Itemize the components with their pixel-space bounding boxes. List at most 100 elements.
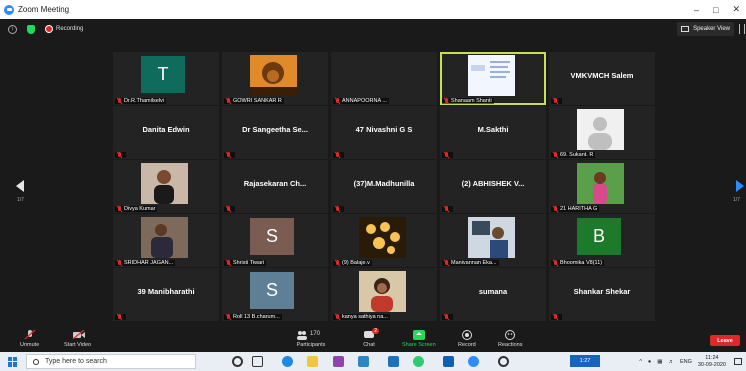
participant-name-center: 39 Manibharathi [137,287,195,296]
participant-tile[interactable]: SRIDHAR JAGAN... [113,214,219,267]
participant-tile[interactable]: S Shristi Tiwari [222,214,328,267]
speaker-view-button[interactable]: Speaker View [677,22,734,36]
participants-button[interactable]: 170 Participants [296,330,326,348]
language-indicator[interactable]: ENG [680,359,692,365]
record-button[interactable]: Record [458,330,476,348]
participant-tile[interactable]: S Roll 13 B.charum... [222,268,328,321]
participant-tile[interactable]: M.Sakthi [440,106,546,159]
previous-page-arrow-icon[interactable] [16,180,24,192]
participant-name: 69. Sukant. R [560,152,594,158]
network-icon[interactable]: ▦ [657,359,662,365]
participant-tile[interactable]: T Dr.R.Thamilselvi [113,52,219,105]
participant-name-center: VMKVMCH Salem [570,71,634,80]
windows-start-icon[interactable] [8,356,18,367]
participant-tile[interactable]: (9) Balaje.v [331,214,437,267]
clock-time: 11:24 [705,354,719,361]
chrome-icon[interactable] [413,356,424,367]
minimize-button[interactable]: – [694,5,699,15]
store-icon[interactable] [333,356,344,367]
participant-tile[interactable]: ANNAPOORNA ... [331,52,437,105]
task-view-icon[interactable] [252,356,263,367]
notifications-icon[interactable] [734,358,742,365]
participant-label: (9) Balaje.v [333,260,372,266]
file-explorer-icon[interactable] [307,356,318,367]
chat-button[interactable]: 2 Chat [363,328,379,348]
participant-tile[interactable]: (37)M.Madhunilla [331,160,437,213]
outlook-icon[interactable] [443,356,454,367]
page-indicator-left: 1/7 [17,197,24,203]
unmute-button[interactable]: Unmute [20,329,39,348]
word-icon[interactable] [388,356,399,367]
maximize-button[interactable]: □ [713,5,718,15]
cortana-icon[interactable] [232,356,243,367]
muted-mic-icon [117,152,122,158]
taskbar-clock[interactable]: 11:24 30-09-2020 [698,355,726,369]
meeting-status-bar: i Recording Speaker View [0,19,746,39]
participant-tile[interactable]: (2) ABHISHEK V... [440,160,546,213]
search-icon [33,358,39,365]
participant-label [224,152,235,158]
participant-label [551,314,562,320]
window-titlebar: Zoom Meeting – □ ✕ [0,0,746,19]
participant-tile[interactable]: Rajasekaran Ch... [222,160,328,213]
fullscreen-icon[interactable] [739,24,745,34]
participant-label: kanya sathiya na... [333,314,390,320]
leave-button[interactable]: Leave [710,335,740,346]
participant-tile[interactable]: Shankar Shekar [549,268,655,321]
close-button[interactable]: ✕ [732,4,740,15]
muted-mic-icon [117,98,122,104]
settings-gear-icon[interactable] [498,356,509,367]
window-title: Zoom Meeting [18,5,70,14]
participant-tile[interactable]: Dr Sangeetha Se... [222,106,328,159]
chat-label: Chat [363,342,375,348]
taskbar-search-box[interactable]: Type here to search [26,354,196,369]
participant-video-image [577,109,624,150]
muted-mic-icon [335,260,340,266]
active-meeting-taskbar-button[interactable]: 1:27 [570,355,600,367]
window-controls: – □ ✕ [694,0,744,19]
tray-mic-icon: ● [647,358,652,365]
start-video-button[interactable]: Start Video [64,329,91,348]
photos-icon[interactable] [358,356,369,367]
participant-tile[interactable]: Manivannan Eka... [440,214,546,267]
participant-label [442,206,453,212]
participant-tile[interactable]: Danita Edwin [113,106,219,159]
participant-tile[interactable]: Divya Kumar [113,160,219,213]
participant-tile[interactable]: kanya sathiya na... [331,268,437,321]
edge-icon[interactable] [282,356,293,367]
participant-tile[interactable]: sumana [440,268,546,321]
muted-mic-icon [335,152,340,158]
participant-tile[interactable]: VMKVMCH Salem [549,52,655,105]
zoom-app-icon[interactable] [468,356,479,367]
participant-tile[interactable]: GOWRI SANKAR R [222,52,328,105]
microphone-muted-icon [24,329,36,340]
participant-tile[interactable]: Shanaam Shanti [440,52,546,105]
speaker-view-label: Speaker View [693,26,730,32]
participant-video-image [141,163,188,204]
share-screen-button[interactable]: Share Screen [402,330,436,348]
participant-label: Shristi Tiwari [224,260,267,266]
participant-label [551,98,562,104]
security-shield-icon[interactable] [27,24,35,34]
reactions-label: Reactions [498,342,523,348]
participant-tile[interactable]: B Bhoomika V8(11) [549,214,655,267]
participant-tile[interactable]: 69. Sukant. R [549,106,655,159]
participant-tile[interactable]: 39 Manibharathi [113,268,219,321]
zoom-logo-icon [4,4,14,15]
meeting-info-icon[interactable]: i [8,24,17,34]
volume-icon[interactable]: ♬ [668,359,674,365]
participant-label: 21 HARITHA G [551,206,600,212]
reactions-button[interactable]: Reactions [498,330,522,348]
page-indicator-right: 1/7 [733,197,740,203]
participant-tile[interactable]: 21 HARITHA G [549,160,655,213]
participant-label: Bhoomika V8(11) [551,260,605,266]
participant-name: (9) Balaje.v [342,260,370,266]
next-page-arrow-icon[interactable] [736,180,744,192]
participant-label: ANNAPOORNA ... [333,98,389,104]
participant-name: Manivannan Eka... [451,260,497,266]
participant-label [333,152,344,158]
video-off-icon [72,329,85,340]
participant-tile[interactable]: 47 Nivashni G S [331,106,437,159]
tray-chevron-icon[interactable]: ^ [639,359,642,365]
reactions-icon [504,330,516,340]
